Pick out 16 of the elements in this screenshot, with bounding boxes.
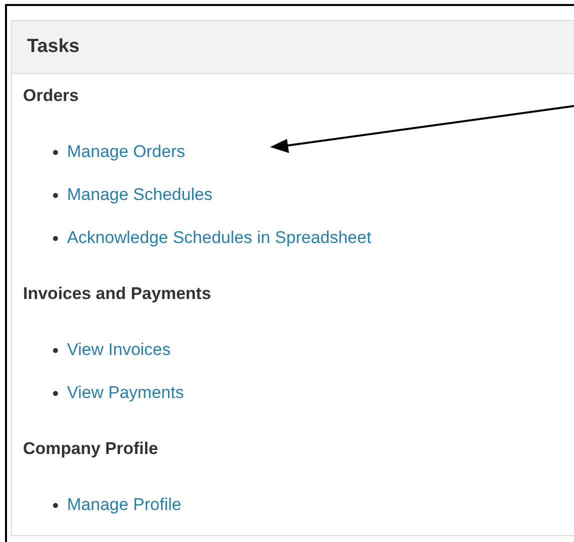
bullet-icon: [53, 236, 58, 240]
bullet-icon: [53, 348, 58, 352]
task-link[interactable]: Manage Schedules: [67, 185, 213, 205]
task-link[interactable]: Manage Orders: [67, 142, 186, 162]
task-link[interactable]: Manage Profile: [67, 495, 182, 515]
task-link[interactable]: View Invoices: [67, 340, 171, 360]
panel-title: Tasks: [27, 36, 80, 58]
task-link[interactable]: View Payments: [67, 383, 184, 403]
bullet-icon: [53, 192, 58, 198]
section-heading: Company Profile: [23, 438, 160, 460]
section-heading: Invoices and Payments: [23, 283, 212, 305]
bullet-icon: [53, 502, 58, 508]
task-link[interactable]: Acknowledge Schedules in Spreadsheet: [67, 228, 372, 248]
bullet-icon: [53, 150, 58, 154]
section-heading: Orders: [23, 85, 80, 107]
bullet-icon: [53, 390, 58, 396]
